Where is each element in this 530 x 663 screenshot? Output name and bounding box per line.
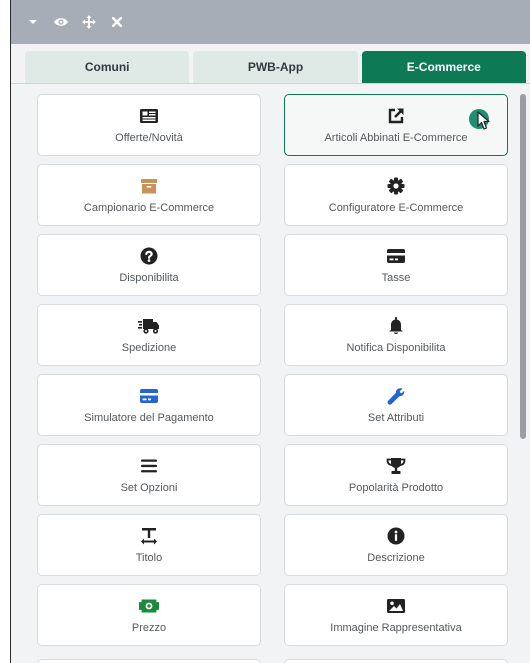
external-link-icon <box>387 106 405 126</box>
module-configuratore[interactable]: Configuratore E-Commerce <box>284 164 508 226</box>
module-label: Simulatore del Pagamento <box>84 412 214 424</box>
module-label: Set Opzioni <box>120 482 178 494</box>
module-label: Prezzo <box>131 622 167 634</box>
module-disponibilita[interactable]: Disponibilita <box>37 234 261 296</box>
module-label: Immagine Rappresentativa <box>330 622 462 634</box>
newspaper-icon <box>139 106 159 126</box>
module-titolo[interactable]: Titolo <box>37 514 261 576</box>
module-label: Articoli Abbinati E-Commerce <box>324 132 468 144</box>
bell-icon <box>388 316 404 336</box>
module-simulatore-pagamento[interactable]: Simulatore del Pagamento <box>37 374 261 436</box>
module-notifica-disponibilita[interactable]: Notifica Disponibilita <box>284 304 508 366</box>
chevron-down-icon[interactable] <box>19 8 47 36</box>
module-label: Titolo <box>135 552 163 564</box>
module-label: Campionario E-Commerce <box>83 202 215 214</box>
ecommerce-panel: Comuni PWB-App E-Commerce Offerte/Novità… <box>10 0 530 663</box>
module-label: Notifica Disponibilita <box>346 342 446 354</box>
module-immagine-rappresentativa[interactable]: Immagine Rappresentativa <box>284 584 508 646</box>
credit-card-icon <box>386 246 406 266</box>
panel-titlebar <box>11 0 530 44</box>
bars-icon <box>140 456 158 476</box>
grid-scrollbar[interactable] <box>520 94 526 439</box>
module-label: Configuratore E-Commerce <box>328 202 464 214</box>
next-row-partial <box>37 659 509 663</box>
module-grid: Offerte/Novità Articoli Abbinati E-Comme… <box>37 94 509 646</box>
info-circle-icon <box>387 526 405 546</box>
module-set-opzioni[interactable]: Set Opzioni <box>37 444 261 506</box>
module-tasse[interactable]: Tasse <box>284 234 508 296</box>
module-label: Popolarità Prodotto <box>348 482 444 494</box>
tab-pwb-app[interactable]: PWB-App <box>193 51 358 83</box>
module-popolarita-prodotto[interactable]: Popolarità Prodotto <box>284 444 508 506</box>
tab-e-commerce[interactable]: E-Commerce <box>361 51 526 83</box>
wrench-icon <box>387 386 405 406</box>
shipping-truck-icon <box>138 316 160 336</box>
trophy-icon <box>386 456 406 476</box>
question-circle-icon <box>140 246 158 266</box>
module-grid-area: Offerte/Novità Articoli Abbinati E-Comme… <box>11 83 530 663</box>
module-label: Tasse <box>381 272 411 284</box>
credit-card-blue-icon <box>139 386 159 406</box>
money-bill-icon <box>138 596 160 616</box>
module-label: Descrizione <box>367 552 425 564</box>
close-icon[interactable] <box>103 8 131 36</box>
module-label: Set Attributi <box>367 412 425 424</box>
module-label: Spedizione <box>121 342 177 354</box>
module-articoli-abbinati[interactable]: Articoli Abbinati E-Commerce <box>284 94 508 156</box>
module-label: Disponibilita <box>119 272 179 284</box>
image-icon <box>386 596 406 616</box>
text-height-icon <box>140 526 158 546</box>
mouse-pointer-icon <box>477 111 490 130</box>
module-prezzo[interactable]: Prezzo <box>37 584 261 646</box>
tab-comuni[interactable]: Comuni <box>25 51 190 83</box>
module-spedizione[interactable]: Spedizione <box>37 304 261 366</box>
module-descrizione[interactable]: Descrizione <box>284 514 508 576</box>
cog-icon <box>387 176 405 196</box>
module-partial-left[interactable] <box>37 659 261 663</box>
archive-box-icon <box>140 176 158 196</box>
module-campionario[interactable]: Campionario E-Commerce <box>37 164 261 226</box>
move-icon[interactable] <box>75 8 103 36</box>
module-offerte-novita[interactable]: Offerte/Novità <box>37 94 261 156</box>
eye-icon[interactable] <box>47 8 75 36</box>
module-label: Offerte/Novità <box>115 132 183 144</box>
tab-bar: Comuni PWB-App E-Commerce <box>25 51 526 83</box>
module-set-attributi[interactable]: Set Attributi <box>284 374 508 436</box>
module-partial-right[interactable] <box>284 659 508 663</box>
